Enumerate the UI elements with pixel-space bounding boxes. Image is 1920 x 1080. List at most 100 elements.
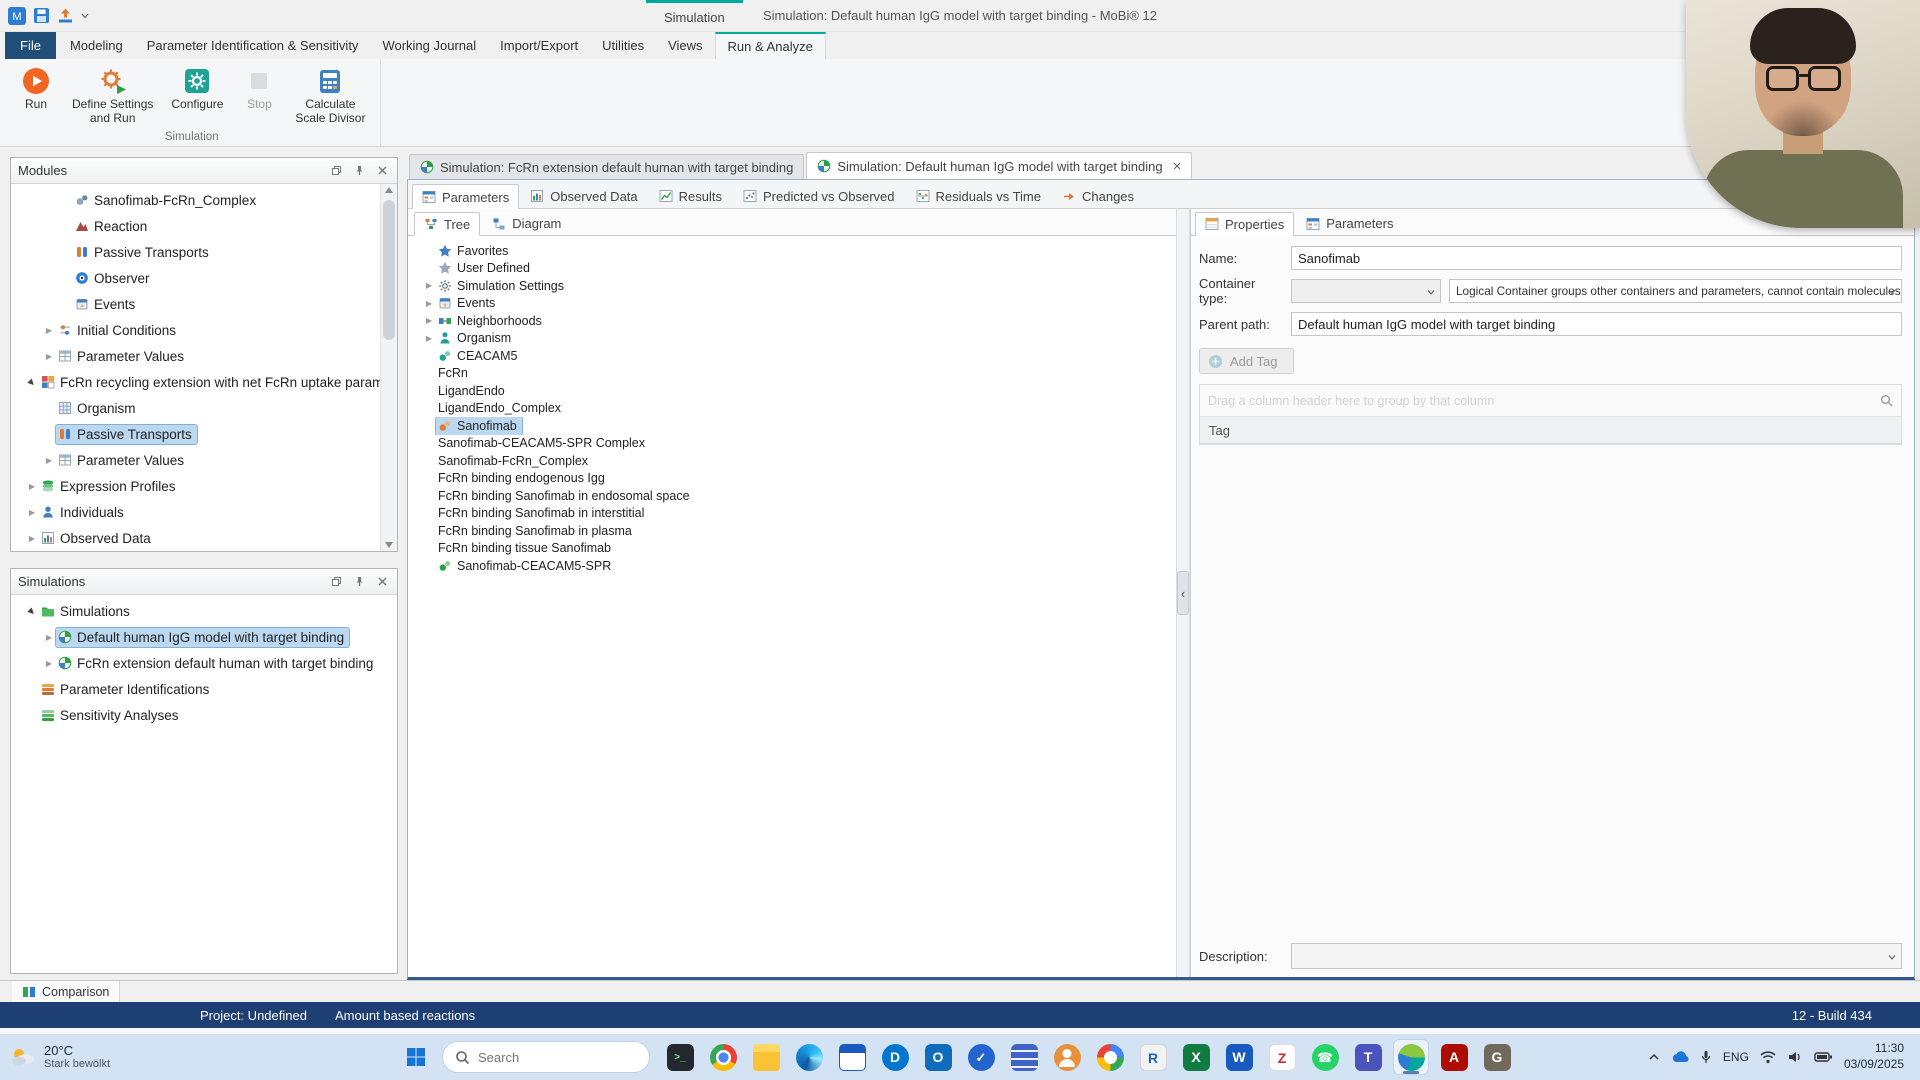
simulation-parameter-identifications[interactable]: Parameter Identifications <box>11 676 397 702</box>
expander-icon[interactable]: ▶ <box>24 603 40 619</box>
expander-icon[interactable]: ▶ <box>24 374 40 390</box>
simulation-simulations[interactable]: ▶ Simulations <box>11 598 397 624</box>
tab-predicted-vs-observed[interactable]: Predicted vs Observed <box>733 183 905 208</box>
module-passive-transports[interactable]: Passive Transports <box>11 239 380 265</box>
taskbar-app-whatsapp[interactable]: ☎ <box>1307 1039 1343 1075</box>
tab-results[interactable]: Results <box>649 183 732 208</box>
param-simulation-settings[interactable]: ▶ Simulation Settings <box>408 277 1176 295</box>
volume-icon[interactable] <box>1787 1050 1803 1064</box>
expander-icon[interactable]: ▶ <box>422 316 436 325</box>
configure-button[interactable]: Configure <box>164 62 230 116</box>
module-passive-transports[interactable]: Passive Transports <box>11 421 380 447</box>
modules-scrollbar[interactable] <box>380 184 397 551</box>
module-reaction[interactable]: Reaction <box>11 213 380 239</box>
scroll-up-icon[interactable] <box>385 187 393 193</box>
module-sanofimab-fcrn-complex[interactable]: Sanofimab-FcRn_Complex <box>11 187 380 213</box>
parent-path-input[interactable] <box>1291 312 1902 336</box>
float-panel-icon[interactable] <box>328 163 344 179</box>
taskbar-app-word[interactable]: W <box>1221 1039 1257 1075</box>
param-user-defined[interactable]: User Defined <box>408 260 1176 278</box>
module-organism[interactable]: Organism <box>11 395 380 421</box>
define-settings-and-run-button[interactable]: Define Settings and Run <box>65 62 160 130</box>
language-indicator[interactable]: ENG <box>1723 1050 1749 1064</box>
menu-file[interactable]: File <box>5 32 56 59</box>
taskbar-app-calendar[interactable] <box>834 1039 870 1075</box>
param-fcrn-binding-endogenous-igg[interactable]: FcRn binding endogenous Igg <box>408 470 1176 488</box>
tab-changes[interactable]: Changes <box>1052 183 1144 208</box>
start-button[interactable] <box>396 1037 436 1077</box>
view-tab-tree[interactable]: Tree <box>414 212 481 236</box>
scroll-down-icon[interactable] <box>385 542 393 548</box>
expander-icon[interactable]: ▶ <box>42 352 56 361</box>
name-input[interactable] <box>1291 246 1902 270</box>
grid-search-icon[interactable] <box>1880 394 1893 407</box>
menu-import-export[interactable]: Import/Export <box>488 32 590 59</box>
param-fcrn-binding-sanofimab-in-interstitial[interactable]: FcRn binding Sanofimab in interstitial <box>408 505 1176 523</box>
taskbar-app-folder[interactable] <box>748 1039 784 1075</box>
module-events[interactable]: Events <box>11 291 380 317</box>
taskbar-app-dell[interactable]: D <box>877 1039 913 1075</box>
module-initial-conditions[interactable]: ▶ Initial Conditions <box>11 317 380 343</box>
expander-icon[interactable]: ▶ <box>42 456 56 465</box>
module-observed-data[interactable]: ▶ Observed Data <box>11 525 380 551</box>
taskbar-app-edge[interactable] <box>791 1039 827 1075</box>
simulation-default-human-igg-model-with-target-binding[interactable]: ▶ Default human IgG model with target bin… <box>11 624 397 650</box>
taskbar-app-mobi[interactable] <box>1393 1039 1429 1075</box>
weather-widget[interactable]: 20°C Stark bewölkt <box>10 1043 170 1072</box>
hint-caret-icon[interactable] <box>1888 284 1896 298</box>
expander-icon[interactable]: ▶ <box>422 334 436 343</box>
expander-icon[interactable]: ▶ <box>25 508 39 517</box>
expander-icon[interactable]: ▶ <box>42 633 56 642</box>
menu-working-journal[interactable]: Working Journal <box>370 32 488 59</box>
param-fcrn-binding-tissue-sanofimab[interactable]: FcRn binding tissue Sanofimab <box>408 540 1176 558</box>
taskbar-app-zotero[interactable]: Z <box>1264 1039 1300 1075</box>
tray-chevron-up-icon[interactable] <box>1648 1053 1660 1061</box>
splitter[interactable]: ‹ <box>1176 209 1190 977</box>
close-panel-icon[interactable] <box>374 163 390 179</box>
module-observer[interactable]: Observer <box>11 265 380 291</box>
module-individuals[interactable]: ▶ Individuals <box>11 499 380 525</box>
menu-run-analyze[interactable]: Run & Analyze <box>714 32 826 59</box>
stop-button[interactable]: Stop <box>234 62 284 116</box>
param-organism[interactable]: ▶ Organism <box>408 330 1176 348</box>
param-ligandendo[interactable]: LigandEndo <box>408 382 1176 400</box>
simulation-sensitivity-analyses[interactable]: Sensitivity Analyses <box>11 702 397 728</box>
taskbar-search[interactable] <box>442 1041 654 1073</box>
quick-access-caret-icon[interactable] <box>81 13 89 19</box>
expander-icon[interactable]: ▶ <box>42 326 56 335</box>
onedrive-icon[interactable] <box>1671 1051 1689 1063</box>
taskbar-app-chrome[interactable] <box>705 1039 741 1075</box>
props-tab-parameters[interactable]: Parameters <box>1296 211 1403 235</box>
taskbar-app-people[interactable] <box>1049 1039 1085 1075</box>
pin-panel-icon[interactable] <box>351 163 367 179</box>
close-panel-icon[interactable] <box>374 574 390 590</box>
menu-modeling[interactable]: Modeling <box>58 32 135 59</box>
taskbar-app-excel[interactable]: X <box>1178 1039 1214 1075</box>
run-button[interactable]: Run <box>11 62 61 116</box>
expander-icon[interactable]: ▶ <box>422 299 436 308</box>
battery-icon[interactable] <box>1814 1051 1833 1063</box>
mic-icon[interactable] <box>1700 1050 1712 1064</box>
simulation-fcrn-extension-default-human-with-target-binding[interactable]: ▶ FcRn extension default human with targe… <box>11 650 397 676</box>
search-input[interactable] <box>478 1049 654 1065</box>
group-by-strip[interactable]: Drag a column header here to group by th… <box>1200 385 1901 417</box>
taskbar-app-acrobat[interactable]: A <box>1436 1039 1472 1075</box>
taskbar-app-terminal[interactable]: >_ <box>662 1039 698 1075</box>
calculate-scale-divisor-button[interactable]: Calculate Scale Divisor <box>288 62 372 130</box>
taskbar-app-gimp[interactable]: G <box>1479 1039 1515 1075</box>
module-expression-profiles[interactable]: ▶ Expression Profiles <box>11 473 380 499</box>
module-fcrn-recycling-extension-with-net-fcrn-uptake-parameter[interactable]: ▶ FcRn recycling extension with net FcRn … <box>11 369 380 395</box>
param-ligandendo-complex[interactable]: LigandEndo_Complex <box>408 400 1176 418</box>
tab-parameters[interactable]: Parameters <box>412 184 520 209</box>
param-ceacam5[interactable]: CEACAM5 <box>408 347 1176 365</box>
expander-icon[interactable]: ▶ <box>422 281 436 290</box>
export-icon[interactable] <box>57 7 74 24</box>
doc-tab-simulation-default-human-igg-model-with-target-binding[interactable]: Simulation: Default human IgG model with… <box>806 152 1193 179</box>
close-tab-icon[interactable]: × <box>1173 159 1182 174</box>
float-panel-icon[interactable] <box>328 574 344 590</box>
param-sanofimab-fcrn-complex[interactable]: Sanofimab-FcRn_Complex <box>408 452 1176 470</box>
menu-parameter-identification-sensitivity[interactable]: Parameter Identification & Sensitivity <box>135 32 371 59</box>
add-tag-button[interactable]: Add Tag <box>1199 348 1295 374</box>
taskbar-app-outlook[interactable]: O <box>920 1039 956 1075</box>
container-type-select[interactable] <box>1291 279 1441 303</box>
